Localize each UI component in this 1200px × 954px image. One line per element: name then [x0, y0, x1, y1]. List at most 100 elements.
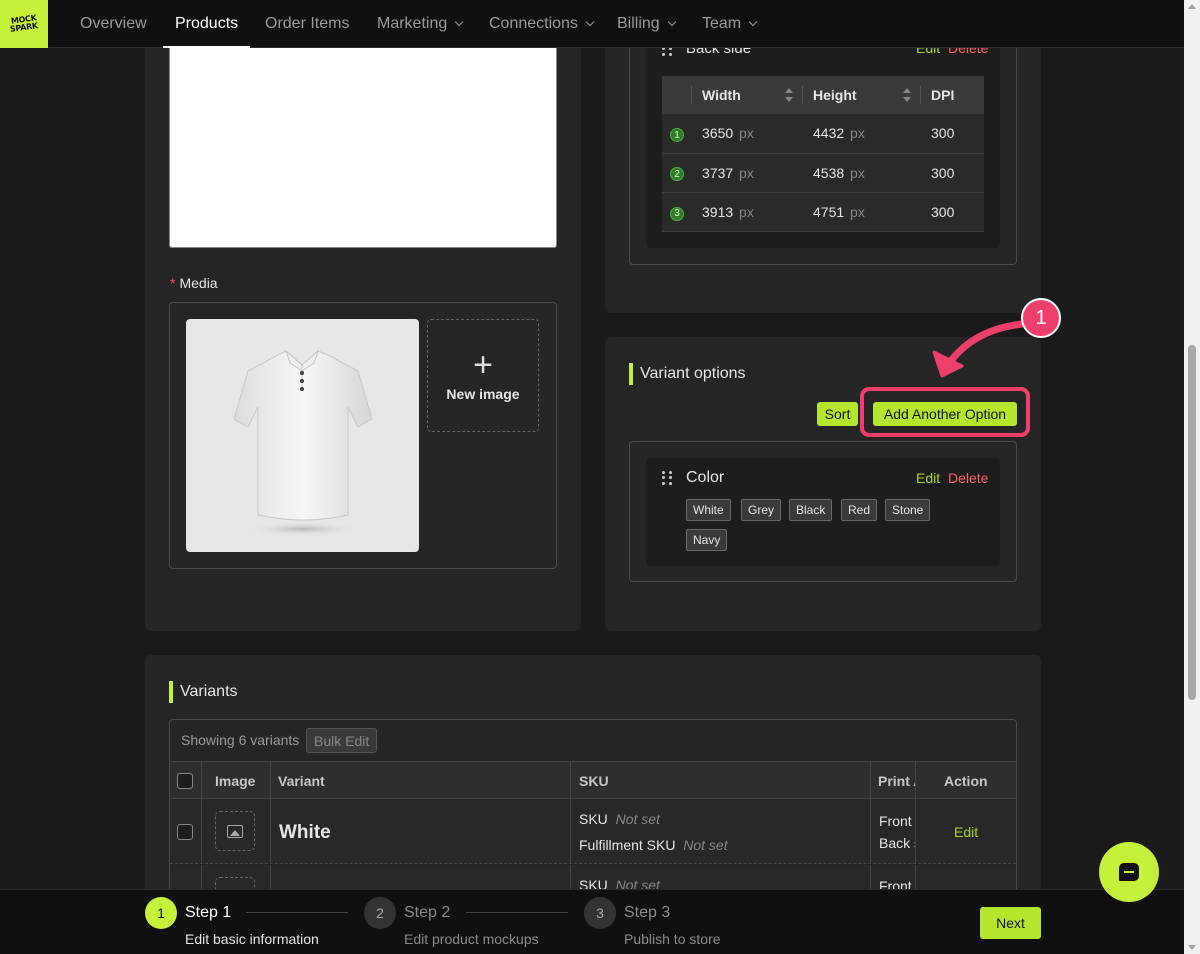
- chevron-down-icon: [667, 17, 676, 27]
- chevron-down-icon: [585, 17, 595, 27]
- row-number-badge: 2: [670, 167, 684, 182]
- fulfillment-sku-label: Fulfillment SKU: [579, 837, 676, 853]
- width-value: 3650: [702, 125, 734, 142]
- step-3-desc: Publish to store: [624, 931, 721, 947]
- sku-label: SKU: [579, 811, 608, 827]
- next-button[interactable]: Next: [980, 907, 1041, 939]
- option-value-tag: Navy: [686, 529, 728, 551]
- height-header[interactable]: Height: [803, 76, 921, 114]
- fulfillment-sku-value: Not set: [683, 837, 728, 853]
- height-value: 4432: [813, 125, 845, 142]
- scrollbar-thumb[interactable]: [1188, 345, 1196, 700]
- description-editor[interactable]: [169, 40, 557, 248]
- print-column-header: Print A: [878, 773, 916, 789]
- polo-shirt-image: [233, 349, 373, 536]
- nav-team[interactable]: Team: [702, 0, 758, 48]
- new-image-label: New image: [446, 385, 520, 402]
- logo-text-bottom: SPARK: [9, 21, 39, 34]
- chat-button[interactable]: [1099, 842, 1159, 902]
- step-1-circle: 1: [145, 897, 177, 929]
- sku-value: Not set: [615, 811, 660, 827]
- select-all-checkbox[interactable]: [177, 773, 193, 789]
- unit-label: px: [739, 164, 754, 181]
- drag-handle-icon[interactable]: [662, 471, 672, 485]
- nav-billing-label: Billing: [617, 15, 660, 32]
- row-number-badge: 1: [670, 128, 684, 143]
- variants-count: Showing 6 variants: [181, 732, 300, 748]
- action-column-header: Action: [944, 773, 988, 789]
- image-column-header: Image: [215, 773, 256, 789]
- option-value-tag: Black: [789, 499, 833, 521]
- new-image-button[interactable]: + New image: [427, 319, 539, 432]
- dpi-value: 300: [931, 125, 955, 142]
- sku-column-header: SKU: [579, 773, 609, 789]
- top-nav: MOCK SPARK Overview Products Order Items…: [0, 0, 1184, 48]
- option-delete-link[interactable]: Delete: [948, 470, 988, 486]
- nav-marketing[interactable]: Marketing: [377, 0, 464, 48]
- row-num-header: [662, 76, 692, 114]
- nav-products-label: Products: [175, 15, 239, 32]
- annotation-badge: 1: [1021, 298, 1061, 338]
- variant-name: White: [279, 822, 331, 843]
- sku-line: SKU Not set: [579, 811, 660, 827]
- step-connector: [246, 912, 348, 913]
- variant-image-placeholder[interactable]: [215, 811, 255, 851]
- plus-icon: +: [473, 345, 493, 384]
- step-2-circle: 2: [364, 897, 396, 929]
- nav-marketing-label: Marketing: [377, 15, 448, 32]
- nav-overview-label: Overview: [80, 15, 147, 32]
- table-row: 2 3737 px 4538 px 300: [662, 153, 984, 193]
- width-value: 3913: [702, 203, 734, 220]
- variant-column-header: Variant: [278, 773, 325, 789]
- variant-edit-link[interactable]: Edit: [954, 824, 978, 840]
- sort-icon: [785, 88, 793, 102]
- dimensions-table: Width Height DPI 1 3650 px 4432 px 300 2…: [662, 76, 984, 233]
- unit-label: px: [850, 125, 865, 142]
- option-value-tag: White: [686, 499, 731, 521]
- product-image[interactable]: [186, 319, 419, 552]
- nav-connections[interactable]: Connections: [489, 0, 595, 48]
- option-name: Color: [686, 469, 725, 486]
- nav-order-items[interactable]: Order Items: [265, 0, 349, 48]
- nav-billing[interactable]: Billing: [617, 0, 676, 48]
- chevron-down-icon: [748, 17, 758, 27]
- variants-table-header: Image Variant SKU Print A Action: [170, 761, 1016, 800]
- image-icon: [227, 824, 243, 838]
- variant-options-title: Variant options: [629, 363, 746, 385]
- width-header[interactable]: Width: [692, 76, 803, 114]
- nav-connections-label: Connections: [489, 15, 578, 32]
- width-value: 3737: [702, 164, 734, 181]
- unit-label: px: [739, 203, 754, 220]
- mockspark-logo[interactable]: MOCK SPARK: [0, 0, 48, 48]
- chevron-down-icon: [455, 17, 464, 27]
- step-connector: [466, 912, 568, 913]
- media-label: * Media: [170, 275, 218, 291]
- sort-button[interactable]: Sort: [817, 402, 858, 426]
- dpi-value: 300: [931, 203, 955, 220]
- option-edit-link[interactable]: Edit: [916, 470, 940, 486]
- unit-label: px: [739, 125, 754, 142]
- scroll-up-icon[interactable]: [1188, 4, 1196, 9]
- fulfillment-sku-line: Fulfillment SKU Not set: [579, 837, 728, 853]
- option-value-tag: Grey: [741, 499, 782, 521]
- sort-icon: [903, 88, 911, 102]
- option-value-tag: Stone: [885, 499, 931, 521]
- dpi-value: 300: [931, 164, 955, 181]
- annotation-highlight: [860, 387, 1030, 437]
- height-value: 4538: [813, 164, 845, 181]
- row-checkbox[interactable]: [177, 824, 193, 840]
- print-front: Front: [879, 813, 912, 829]
- step-3-title: Step 3: [624, 904, 671, 921]
- step-2-title: Step 2: [404, 904, 451, 921]
- media-label-text: Media: [179, 275, 218, 291]
- bulk-edit-button[interactable]: Bulk Edit: [306, 728, 378, 753]
- step-3-circle: 3: [584, 897, 616, 929]
- chat-icon: [1119, 863, 1139, 881]
- page-scrollbar[interactable]: [1184, 0, 1200, 954]
- nav-products[interactable]: Products: [162, 0, 251, 48]
- scroll-down-icon[interactable]: [1188, 945, 1196, 950]
- nav-overview[interactable]: Overview: [80, 0, 147, 48]
- height-header-label: Height: [813, 87, 857, 103]
- dpi-header-label: DPI: [931, 87, 955, 103]
- annotation-arrow-icon: [932, 320, 1026, 378]
